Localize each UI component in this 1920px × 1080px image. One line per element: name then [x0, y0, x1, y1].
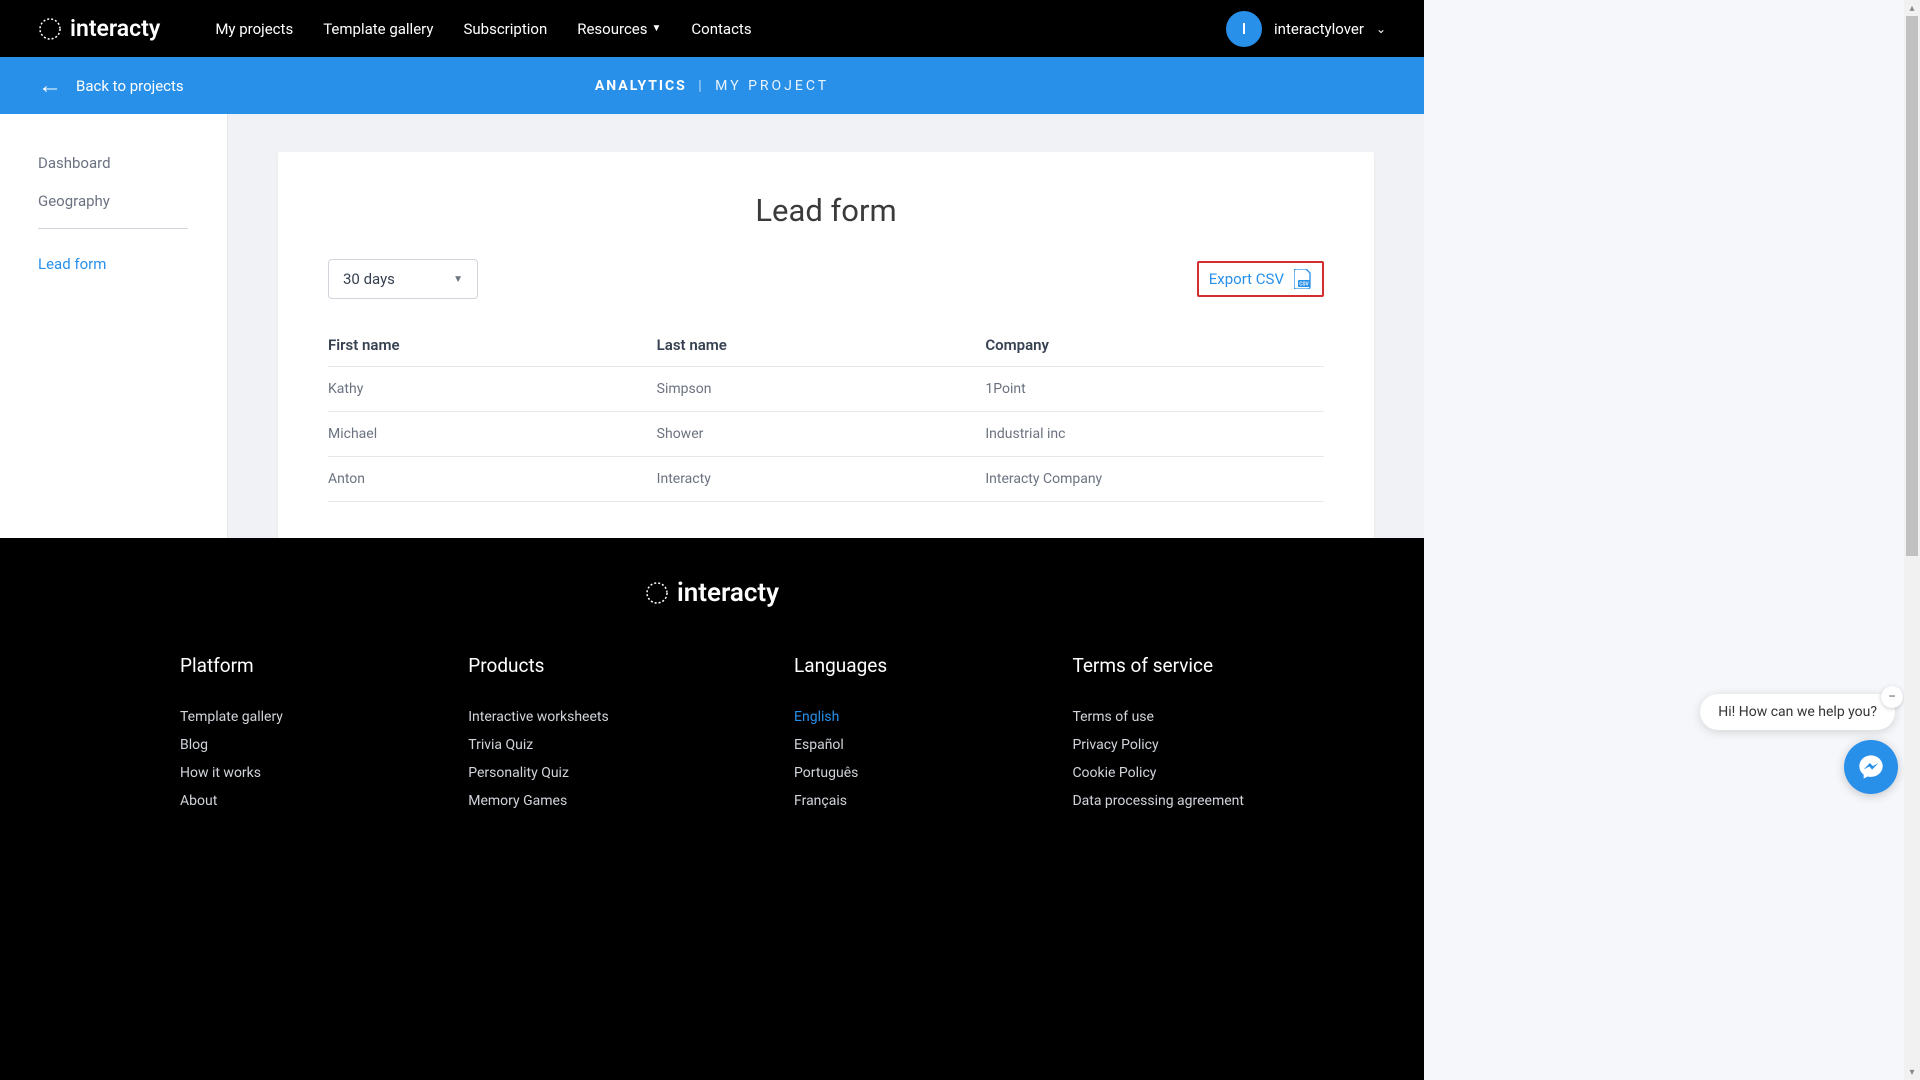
footer-col-platform: Platform Template gallery Blog How it wo…	[180, 654, 283, 821]
scrollbar-up-icon[interactable]: ▴	[1904, 0, 1920, 16]
footer-link[interactable]: About	[180, 793, 283, 809]
csv-file-icon: CSV	[1294, 269, 1312, 289]
card-toolbar: 30 days ▼ Export CSV CSV	[328, 259, 1324, 299]
export-label: Export CSV	[1209, 270, 1284, 288]
footer-col-title: Products	[468, 654, 608, 677]
arrow-left-icon: ←	[38, 71, 62, 100]
project-name: MY PROJECT	[715, 78, 829, 94]
footer: interacty Platform Template gallery Blog…	[0, 538, 1424, 1080]
table-row: Michael Shower Industrial inc	[328, 412, 1324, 457]
export-csv-button[interactable]: Export CSV CSV	[1197, 261, 1324, 297]
footer-link[interactable]: Português	[794, 765, 887, 781]
analytics-label: ANALYTICS	[595, 78, 687, 94]
nav-contacts[interactable]: Contacts	[691, 20, 751, 38]
brand-logo[interactable]: interacty	[38, 15, 160, 42]
footer-col-title: Platform	[180, 654, 283, 677]
cell-last: Simpson	[657, 367, 986, 412]
chat-help-bubble[interactable]: Hi! How can we help you? −	[1700, 694, 1895, 730]
nav-my-projects[interactable]: My projects	[215, 20, 293, 38]
messenger-icon	[1857, 753, 1885, 781]
footer-link[interactable]: Personality Quiz	[468, 765, 608, 781]
top-navbar: interacty My projects Template gallery S…	[0, 0, 1424, 57]
close-icon[interactable]: −	[1881, 686, 1903, 708]
footer-link[interactable]: Template gallery	[180, 709, 283, 725]
footer-link[interactable]: Blog	[180, 737, 283, 753]
sidebar-divider	[38, 228, 188, 229]
cell-last: Interacty	[657, 457, 986, 502]
brand-text: interacty	[70, 15, 160, 42]
sidebar-item-dashboard[interactable]: Dashboard	[38, 144, 189, 182]
footer-link[interactable]: Memory Games	[468, 793, 608, 809]
footer-columns: Platform Template gallery Blog How it wo…	[0, 654, 1424, 821]
footer-link[interactable]: Data processing agreement	[1072, 793, 1244, 809]
analytics-bar: ← Back to projects ANALYTICS | MY PROJEC…	[0, 57, 1424, 114]
avatar: I	[1226, 11, 1262, 47]
footer-link[interactable]: Terms of use	[1072, 709, 1244, 725]
scrollbar-track[interactable]: ▴ ▾	[1904, 0, 1920, 1080]
period-select[interactable]: 30 days ▼	[328, 259, 478, 299]
username: interactylover	[1274, 20, 1364, 38]
back-to-projects[interactable]: ← Back to projects	[38, 71, 184, 100]
col-company: Company	[985, 324, 1324, 367]
cell-first: Michael	[328, 412, 657, 457]
analytics-title: ANALYTICS | MY PROJECT	[595, 78, 829, 94]
scrollbar-down-icon[interactable]: ▾	[1904, 1064, 1920, 1080]
cell-company: 1Point	[985, 367, 1324, 412]
footer-brand-logo[interactable]: interacty	[645, 578, 779, 608]
col-last-name: Last name	[657, 324, 986, 367]
footer-col-title: Terms of service	[1072, 654, 1244, 677]
sidebar-item-lead-form[interactable]: Lead form	[38, 245, 189, 283]
logo-icon	[38, 17, 62, 41]
footer-link[interactable]: Trivia Quiz	[468, 737, 608, 753]
footer-link[interactable]: Interactive worksheets	[468, 709, 608, 725]
sidebar-item-geography[interactable]: Geography	[38, 182, 189, 220]
footer-col-title: Languages	[794, 654, 887, 677]
chevron-down-icon: ⌄	[1376, 22, 1386, 36]
footer-col-products: Products Interactive worksheets Trivia Q…	[468, 654, 608, 821]
footer-logo: interacty	[0, 578, 1424, 609]
chat-fab[interactable]	[1844, 740, 1898, 794]
table-row: Anton Interacty Interacty Company	[328, 457, 1324, 502]
table-row: Kathy Simpson 1Point	[328, 367, 1324, 412]
cell-company: Industrial inc	[985, 412, 1324, 457]
footer-link-english[interactable]: English	[794, 709, 887, 725]
cell-first: Kathy	[328, 367, 657, 412]
chevron-down-icon: ▼	[652, 23, 662, 34]
cell-company: Interacty Company	[985, 457, 1324, 502]
footer-link[interactable]: Français	[794, 793, 887, 809]
chat-bubble-text: Hi! How can we help you?	[1718, 704, 1877, 720]
footer-brand-text: interacty	[677, 578, 779, 608]
leads-table: First name Last name Company Kathy Simps…	[328, 324, 1324, 502]
footer-link[interactable]: How it works	[180, 765, 283, 781]
footer-link[interactable]: Privacy Policy	[1072, 737, 1244, 753]
table-header-row: First name Last name Company	[328, 324, 1324, 367]
nav-resources[interactable]: Resources ▼	[577, 20, 661, 38]
cell-first: Anton	[328, 457, 657, 502]
scrollbar-thumb[interactable]	[1906, 16, 1918, 556]
card-title: Lead form	[328, 192, 1324, 229]
footer-col-languages: Languages English Español Português Fran…	[794, 654, 887, 821]
title-separator: |	[698, 78, 703, 94]
back-label: Back to projects	[76, 77, 184, 95]
cell-last: Shower	[657, 412, 986, 457]
nav-subscription[interactable]: Subscription	[463, 20, 547, 38]
nav-resources-label: Resources	[577, 20, 647, 38]
nav-links: My projects Template gallery Subscriptio…	[215, 20, 1226, 38]
logo-icon	[645, 581, 669, 605]
lead-form-card: Lead form 30 days ▼ Export CSV CSV First…	[278, 152, 1374, 542]
user-menu[interactable]: I interactylover ⌄	[1226, 11, 1386, 47]
nav-template-gallery[interactable]: Template gallery	[323, 20, 433, 38]
period-value: 30 days	[343, 270, 395, 288]
col-first-name: First name	[328, 324, 657, 367]
chevron-down-icon: ▼	[453, 274, 463, 285]
svg-text:CSV: CSV	[1299, 282, 1309, 288]
footer-link[interactable]: Cookie Policy	[1072, 765, 1244, 781]
footer-col-terms: Terms of service Terms of use Privacy Po…	[1072, 654, 1244, 821]
footer-link[interactable]: Español	[794, 737, 887, 753]
